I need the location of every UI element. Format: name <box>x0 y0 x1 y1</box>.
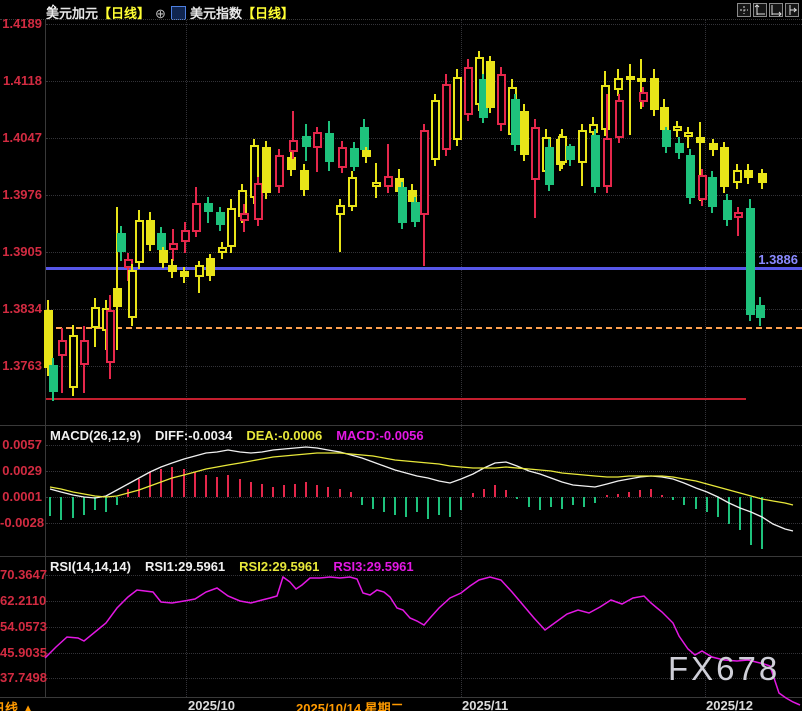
rsi2-value: RSI2:29.5961 <box>239 559 320 574</box>
indicator-lines <box>44 446 801 706</box>
macd-dea-line <box>49 452 794 506</box>
date-label: 2025/10 <box>188 698 235 711</box>
price-tag-label: 1.3886 <box>758 252 798 267</box>
macd-pane-header: MACD(26,12,9) DIFF:-0.0034 DEA:-0.0006 MACD… <box>50 428 438 443</box>
date-label: 2025/12 <box>706 698 753 711</box>
date-label: 2025/11 <box>462 698 509 711</box>
chart-application: 美元加元【日线】 ⊕ 美元指数【日线】 1.4189 1.4118 1.4047 1.39… <box>0 0 802 711</box>
macd-dea-value: DEA:-0.0006 <box>246 428 323 443</box>
rsi3-value: RSI3:29.5961 <box>333 559 414 574</box>
macd-diff-value: DIFF:-0.0034 <box>155 428 233 443</box>
macd-macd-value: MACD:-0.0056 <box>336 428 424 443</box>
crosshair-date-label: 2025/10/14 星期二 <box>296 701 404 711</box>
macd-diff-line <box>49 446 794 532</box>
rsi1-value: RSI1:29.5961 <box>144 559 226 574</box>
rsi-pane-header: RSI(14,14,14) RSI1:29.5961 RSI2:29.5961 RSI… <box>50 559 428 574</box>
fx678-watermark: FX678 <box>668 650 781 687</box>
main-chart-area[interactable]: 1.4189 1.4118 1.4047 1.3976 1.3905 1.3834 1.37… <box>0 0 802 711</box>
macd-title: MACD(26,12,9) <box>50 428 142 443</box>
rsi-title: RSI(14,14,14) <box>50 559 131 574</box>
period-indicator[interactable]: 日线 ▲ <box>0 698 34 711</box>
